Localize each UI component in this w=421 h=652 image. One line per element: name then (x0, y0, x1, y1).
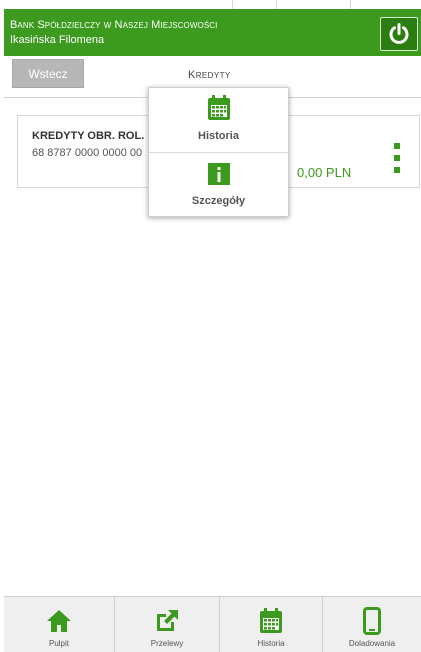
calendar-icon (260, 608, 282, 633)
account-number: 68 8787 0000 0000 00 (32, 147, 143, 159)
nav-item-doladowania[interactable]: Doladowania (323, 597, 421, 652)
account-name: KREDYTY OBR. ROL. (32, 130, 145, 142)
account-actions-menu: Historia Szczegóły (148, 87, 289, 217)
nav-label-doladowania: Doladowania (348, 639, 396, 648)
page-title: Kredyty (188, 69, 231, 81)
nav-item-przelewy[interactable]: Przelewy (115, 597, 219, 652)
home-icon (47, 610, 71, 632)
back-button[interactable]: Wstecz (12, 59, 84, 88)
nav-label-przelewy: Przelewy (150, 639, 184, 648)
power-icon (389, 23, 409, 44)
account-amount: 0,00 PLN (297, 165, 352, 180)
info-icon (208, 163, 230, 185)
calendar-icon (208, 95, 230, 120)
user-name: Ikasińska Filomena (10, 34, 105, 46)
transfer-icon (157, 610, 178, 631)
menu-item-history-label: Historia (198, 130, 239, 142)
more-options-icon[interactable] (391, 143, 405, 173)
top-strip-divider (232, 0, 233, 9)
top-strip-divider (350, 0, 351, 9)
nav-label-historia: Historia (257, 639, 285, 648)
menu-item-details-label: Szczegóły (191, 195, 246, 207)
top-strip-divider (276, 0, 277, 9)
app-header: Bank Spółdzielczy w Naszej Miejscowości … (4, 9, 421, 56)
bank-name: Bank Spółdzielczy w Naszej Miejscowości (10, 19, 218, 31)
phone-icon (363, 607, 381, 635)
menu-item-history[interactable]: Historia (149, 88, 288, 152)
nav-item-pulpit[interactable]: Pulpit (4, 597, 114, 652)
nav-item-historia[interactable]: Historia (220, 597, 322, 652)
top-strip (0, 0, 421, 9)
bottom-navigation: Pulpit Przelewy Historia Doladowania (4, 596, 421, 652)
menu-item-details[interactable]: Szczegóły (149, 152, 288, 216)
nav-label-pulpit: Pulpit (48, 639, 69, 648)
logout-button[interactable] (380, 17, 418, 51)
